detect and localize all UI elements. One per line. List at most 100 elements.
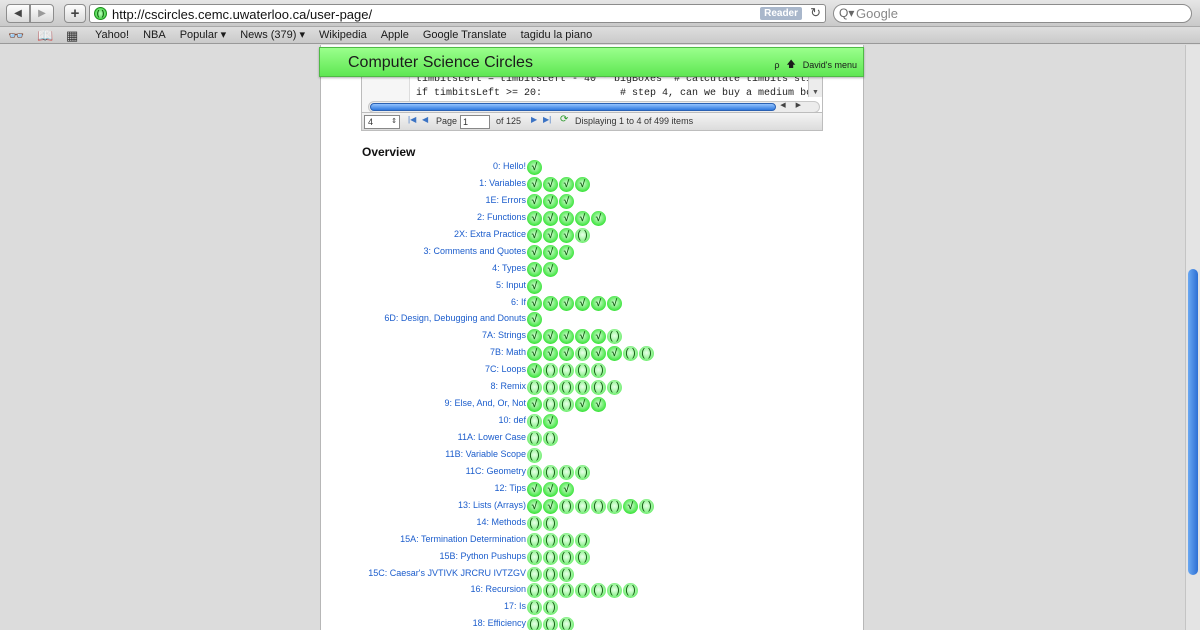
unsolved-circle-icon[interactable]: ( ) — [591, 380, 606, 396]
unsolved-circle-icon[interactable]: ( ) — [607, 380, 622, 396]
reading-list-icon[interactable]: 👓 — [8, 27, 24, 44]
solved-check-icon[interactable]: √ — [527, 498, 542, 514]
unsolved-circle-icon[interactable]: ( ) — [559, 397, 574, 413]
unsolved-circle-icon[interactable]: ( ) — [591, 583, 606, 599]
lesson-link[interactable]: 7C: Loops — [485, 364, 526, 374]
refresh-icon[interactable]: ⟳ — [560, 114, 568, 125]
solved-check-icon[interactable]: √ — [543, 346, 558, 362]
solved-check-icon[interactable]: √ — [575, 176, 590, 192]
solved-check-icon[interactable]: √ — [607, 295, 622, 311]
lesson-link[interactable]: 1E: Errors — [485, 195, 526, 205]
unsolved-circle-icon[interactable]: ( ) — [527, 583, 542, 599]
solved-check-icon[interactable]: √ — [559, 329, 574, 345]
lesson-link[interactable]: 3: Comments and Quotes — [423, 246, 526, 256]
lesson-link[interactable]: 18: Efficiency — [473, 618, 526, 628]
bookmark-item[interactable]: News (379) ▾ — [240, 27, 305, 44]
unsolved-circle-icon[interactable]: ( ) — [607, 329, 622, 345]
reload-icon[interactable]: ↻ — [810, 5, 821, 21]
lesson-link[interactable]: 15A: Termination Determination — [400, 534, 526, 544]
bookmarks-book-icon[interactable]: 📖 — [37, 27, 53, 44]
search-field[interactable]: Q▾ — [833, 4, 1192, 23]
solved-check-icon[interactable]: √ — [527, 193, 542, 209]
solved-check-icon[interactable]: √ — [527, 244, 542, 260]
unsolved-circle-icon[interactable]: ( ) — [559, 498, 574, 514]
lesson-link[interactable]: 13: Lists (Arrays) — [458, 500, 526, 510]
unsolved-circle-icon[interactable]: ( ) — [559, 617, 574, 630]
bookmark-item[interactable]: Yahoo! — [95, 27, 129, 44]
unsolved-circle-icon[interactable]: ( ) — [543, 363, 558, 379]
lesson-link[interactable]: 11B: Variable Scope — [445, 449, 526, 459]
solved-check-icon[interactable]: √ — [591, 295, 606, 311]
unsolved-circle-icon[interactable]: ( ) — [559, 380, 574, 396]
solved-check-icon[interactable]: √ — [527, 176, 542, 192]
solved-check-icon[interactable]: √ — [559, 295, 574, 311]
bookmark-item[interactable]: Popular ▾ — [180, 27, 227, 44]
bookmark-item[interactable]: Wikipedia — [319, 27, 367, 44]
unsolved-circle-icon[interactable]: ( ) — [527, 617, 542, 630]
solved-check-icon[interactable]: √ — [543, 481, 558, 497]
solved-check-icon[interactable]: √ — [527, 397, 542, 413]
scroll-down-icon[interactable]: ▼ — [812, 89, 819, 96]
lesson-link[interactable]: 6D: Design, Debugging and Donuts — [384, 313, 526, 323]
solved-check-icon[interactable]: √ — [527, 329, 542, 345]
lesson-link[interactable]: 12: Tips — [494, 483, 526, 493]
arrow-up-icon[interactable]: 🡅 — [786, 57, 795, 73]
unsolved-circle-icon[interactable]: ( ) — [543, 600, 558, 616]
window-scrollbar[interactable] — [1185, 45, 1200, 630]
solved-check-icon[interactable]: √ — [527, 346, 542, 362]
unsolved-circle-icon[interactable]: ( ) — [527, 515, 542, 531]
address-bar[interactable]: ( ) http://cscircles.cemc.uwaterloo.ca/u… — [89, 4, 826, 23]
editor-vertical-scrollbar[interactable]: ▼ — [808, 75, 822, 97]
lesson-link[interactable]: 11A: Lower Case — [458, 432, 526, 442]
unsolved-circle-icon[interactable]: ( ) — [543, 380, 558, 396]
last-page-icon[interactable]: ▶| — [543, 115, 551, 124]
solved-check-icon[interactable]: √ — [527, 295, 542, 311]
first-page-icon[interactable]: |◀ — [408, 115, 416, 124]
unsolved-circle-icon[interactable]: ( ) — [559, 566, 574, 582]
unsolved-circle-icon[interactable]: ( ) — [543, 583, 558, 599]
solved-check-icon[interactable]: √ — [527, 160, 542, 175]
unsolved-circle-icon[interactable]: ( ) — [559, 532, 574, 548]
solved-check-icon[interactable]: √ — [543, 193, 558, 209]
bookmark-item[interactable]: Apple — [381, 27, 409, 44]
scroll-arrows-icon[interactable]: ◀ ▶ — [780, 101, 805, 109]
next-page-icon[interactable]: ▶ — [531, 115, 537, 124]
solved-check-icon[interactable]: √ — [527, 227, 542, 243]
lesson-link[interactable]: 5: Input — [496, 280, 526, 290]
user-menu-link[interactable]: David's menu — [803, 60, 857, 70]
solved-check-icon[interactable]: √ — [527, 481, 542, 497]
unsolved-circle-icon[interactable]: ( ) — [543, 566, 558, 582]
unsolved-circle-icon[interactable]: ( ) — [639, 498, 654, 514]
lesson-link[interactable]: 17: Is — [504, 601, 526, 611]
solved-check-icon[interactable]: √ — [559, 176, 574, 192]
solved-check-icon[interactable]: √ — [527, 363, 542, 379]
solved-check-icon[interactable]: √ — [591, 210, 606, 226]
solved-check-icon[interactable]: √ — [543, 176, 558, 192]
unsolved-circle-icon[interactable]: ( ) — [623, 346, 638, 362]
unsolved-circle-icon[interactable]: ( ) — [543, 617, 558, 630]
prev-page-icon[interactable]: ◀ — [422, 115, 428, 124]
site-title[interactable]: Computer Science Circles — [348, 54, 533, 72]
top-sites-grid-icon[interactable]: ▦ — [66, 27, 78, 44]
solved-check-icon[interactable]: √ — [527, 278, 542, 294]
search-icon[interactable]: ρ — [774, 60, 779, 70]
unsolved-circle-icon[interactable]: ( ) — [527, 464, 542, 480]
solved-check-icon[interactable]: √ — [543, 498, 558, 514]
solved-check-icon[interactable]: √ — [607, 346, 622, 362]
unsolved-circle-icon[interactable]: ( ) — [607, 583, 622, 599]
add-bookmark-button[interactable]: + — [64, 4, 86, 23]
solved-check-icon[interactable]: √ — [527, 261, 542, 277]
solved-check-icon[interactable]: √ — [527, 210, 542, 226]
unsolved-circle-icon[interactable]: ( ) — [527, 380, 542, 396]
reader-button[interactable]: Reader — [760, 7, 802, 20]
lesson-link[interactable]: 7B: Math — [490, 347, 526, 357]
forward-button[interactable]: ▶ — [30, 4, 54, 23]
code-line[interactable]: if timbitsLeft >= 20: # step 4, can we b… — [416, 88, 818, 99]
lesson-link[interactable]: 0: Hello! — [493, 161, 526, 171]
back-button[interactable]: ◀ — [6, 4, 30, 23]
unsolved-circle-icon[interactable]: ( ) — [559, 549, 574, 565]
lesson-link[interactable]: 4: Types — [492, 263, 526, 273]
unsolved-circle-icon[interactable]: ( ) — [591, 363, 606, 379]
page-number-input[interactable]: 1 — [460, 115, 490, 129]
unsolved-circle-icon[interactable]: ( ) — [575, 227, 590, 243]
